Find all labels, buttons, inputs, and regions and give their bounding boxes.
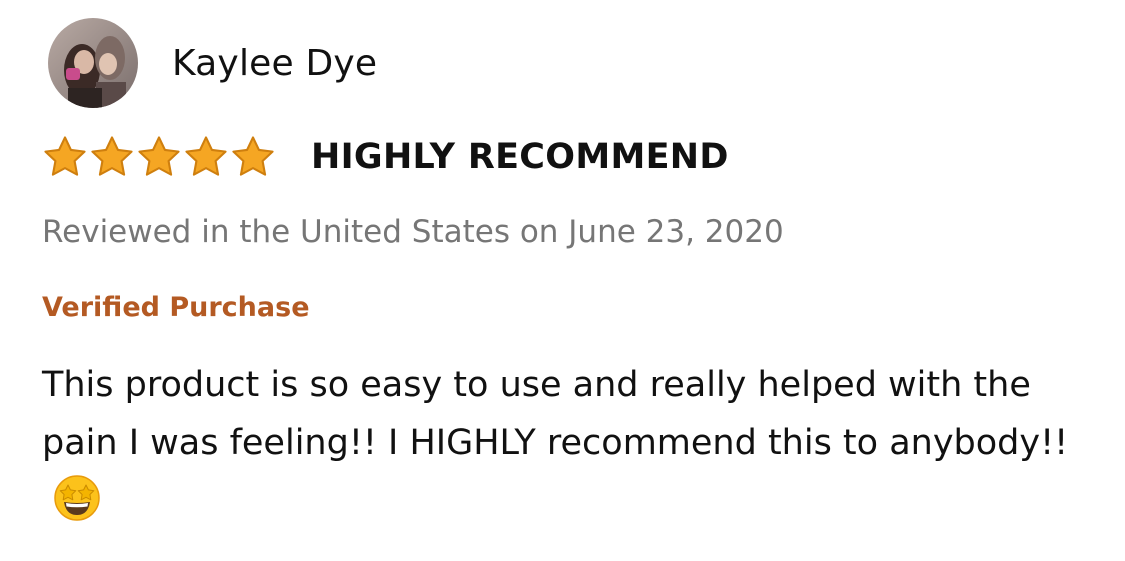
star-icon [91,136,133,176]
star-rating[interactable] [42,134,277,180]
star-icon [232,136,274,176]
star-icon [185,136,227,176]
avatar[interactable] [48,18,138,108]
review-text: This product is so easy to use and reall… [42,365,1069,463]
star-struck-emoji-icon [52,473,102,523]
star-icon [44,136,86,176]
review-body: This product is so easy to use and reall… [42,356,1102,530]
review-date: Reviewed in the United States on June 23… [42,214,784,250]
reviewer-name[interactable]: Kaylee Dye [172,43,377,84]
verified-purchase-badge[interactable]: Verified Purchase [42,292,310,323]
reviewer-profile[interactable]: Kaylee Dye [48,18,377,108]
star-icon [138,136,180,176]
review-title[interactable]: HIGHLY RECOMMEND [311,137,729,177]
rating-row: HIGHLY RECOMMEND [42,134,729,180]
